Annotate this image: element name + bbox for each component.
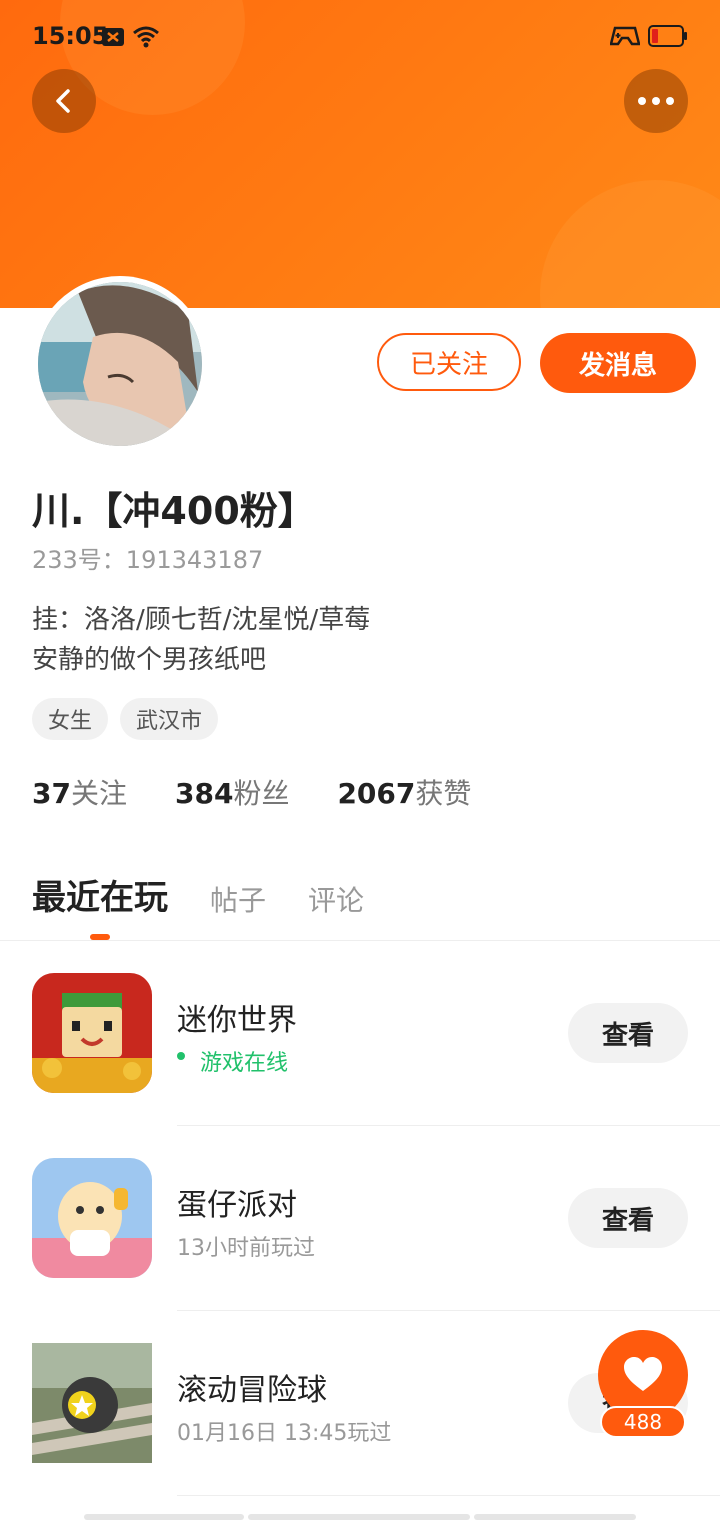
online-dot [177, 1052, 185, 1060]
avatar[interactable] [38, 282, 202, 446]
list-item[interactable]: 蛋仔派对 13小时前玩过 查看 [0, 1126, 720, 1311]
game-title: 蛋仔派对 [177, 1188, 297, 1223]
followed-button[interactable]: 已关注 [377, 333, 521, 391]
likes-count: 2067 [337, 777, 416, 810]
following-count: 37 [32, 777, 71, 810]
notification-icon [102, 28, 124, 46]
tab-comments[interactable]: 评论 [308, 879, 364, 919]
battery-icon [648, 25, 687, 47]
tag-gender: 女生 [32, 698, 109, 740]
bio-line: 安静的做个男孩纸吧 [32, 645, 267, 675]
game-artwork [32, 1158, 152, 1278]
heart-icon [624, 1357, 662, 1391]
game-title: 迷你世界 [177, 1003, 297, 1038]
game-icon-rolling-ball [32, 1343, 152, 1463]
fans-label: 粉丝 [233, 777, 290, 810]
stat-likes[interactable]: 2067获赞 [337, 772, 471, 812]
view-button[interactable]: 查看 [568, 1188, 688, 1248]
avatar-image [38, 282, 202, 446]
game-title: 滚动冒险球 [177, 1373, 327, 1408]
tab-posts[interactable]: 帖子 [210, 879, 266, 919]
game-artwork [32, 1343, 152, 1463]
likes-label: 获赞 [415, 777, 472, 810]
list-item[interactable]: 迷你世界 游戏在线 查看 [0, 941, 720, 1126]
user-id: 233号：191343187 [32, 546, 264, 574]
wifi-icon [133, 26, 159, 48]
following-label: 关注 [70, 777, 127, 810]
status-time: 15:05 [32, 22, 109, 50]
game-icon-mini-world [32, 973, 152, 1093]
chevron-left-icon [56, 89, 70, 113]
back-button[interactable] [32, 69, 96, 133]
profile-bio: 挂：洛洛/顾七哲/沈星悦/草莓 安静的做个男孩纸吧 [32, 600, 370, 680]
game-last-played: 13小时前玩过 [177, 1236, 315, 1261]
like-count-badge: 488 [600, 1406, 686, 1438]
status-bar: 15:05 [0, 0, 720, 74]
avatar-frame [32, 276, 208, 452]
stat-following[interactable]: 37关注 [32, 772, 127, 812]
banner-decoration [540, 180, 720, 308]
send-message-button[interactable]: 发消息 [540, 333, 696, 393]
bottom-indicator [84, 1514, 244, 1520]
game-artwork [32, 973, 152, 1093]
game-status: 游戏在线 [200, 1051, 289, 1076]
fans-count: 384 [174, 777, 234, 810]
view-button[interactable]: 查看 [568, 1003, 688, 1063]
game-icon-eggy-party [32, 1158, 152, 1278]
stat-fans[interactable]: 384粉丝 [175, 772, 289, 812]
more-dots-icon [638, 97, 674, 105]
bio-line: 挂：洛洛/顾七哲/沈星悦/草莓 [32, 605, 371, 635]
row-divider [177, 1495, 720, 1496]
profile-stats: 37关注 384粉丝 2067获赞 [32, 772, 519, 812]
more-options-button[interactable] [624, 69, 688, 133]
bottom-indicator [248, 1514, 470, 1520]
game-last-played: 01月16日 13:45玩过 [177, 1421, 392, 1446]
tag-city: 武汉市 [120, 698, 219, 740]
profile-tabs: 最近在玩 帖子 评论 [32, 870, 406, 919]
profile-name: 川.【冲400粉】 [32, 489, 316, 533]
gamepad-icon [610, 26, 640, 46]
tab-recently-played[interactable]: 最近在玩 [32, 870, 168, 919]
bottom-indicator [474, 1514, 636, 1520]
